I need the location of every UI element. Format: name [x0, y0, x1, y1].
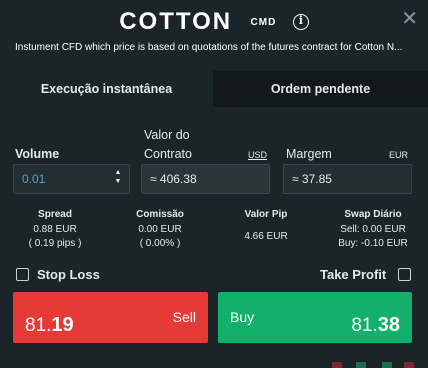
close-icon[interactable]: ✕: [401, 8, 418, 28]
margin-label: Margem: [286, 147, 332, 161]
sell-price-pips: 19: [51, 314, 74, 336]
instrument-description: Instument CFD which price is based on qu…: [15, 42, 403, 53]
swap-buy: Buy: -0.10 EUR: [338, 238, 408, 249]
background-candle: [356, 362, 366, 368]
stop-loss-checkbox[interactable]: [16, 268, 29, 281]
contract-value-field: ≈ 406.38: [141, 164, 270, 194]
background-candle: [404, 362, 414, 368]
swap-sell: Sell: 0.00 EUR: [340, 224, 406, 235]
background-candle: [332, 362, 342, 368]
info-icon[interactable]: i: [292, 14, 309, 30]
contract-value-label-line1: Valor do: [144, 128, 190, 142]
stepper-up-icon[interactable]: ▲: [113, 168, 123, 177]
tab-pending-order[interactable]: Ordem pendente: [213, 71, 428, 107]
sell-label: Sell: [172, 309, 196, 325]
background-candle: [382, 362, 392, 368]
title-row: COTTON CMD i: [0, 8, 428, 42]
order-type-tabs: Execução instantânea Ordem pendente: [0, 71, 428, 107]
stepper-down-icon[interactable]: ▼: [113, 177, 123, 186]
swap-title: Swap Diário: [344, 209, 402, 220]
buy-button[interactable]: Buy 81.38: [218, 292, 412, 343]
sell-price: 81.19: [25, 314, 74, 337]
spread-title: Spread: [38, 209, 72, 220]
volume-label: Volume: [15, 147, 60, 161]
buy-price: 81.38: [351, 314, 400, 337]
buy-price-pips: 38: [377, 314, 400, 336]
commission-percent: ( 0.00% ): [139, 238, 181, 249]
volume-value: 0.01: [22, 172, 46, 186]
dialog-header: COTTON CMD i ✕ Instument CFD which price…: [0, 0, 428, 70]
margin-field: ≈ 37.85: [283, 164, 412, 194]
spread-pips: ( 0.19 pips ): [28, 238, 82, 249]
tab-instant-execution[interactable]: Execução instantânea: [0, 71, 213, 107]
pip-value-title: Valor Pip: [244, 209, 288, 220]
sell-price-prefix: 81.: [25, 315, 52, 336]
commission-title: Comissão: [136, 209, 184, 220]
spread-value: 0.88 EUR: [33, 224, 77, 235]
buy-price-prefix: 81.: [351, 315, 378, 336]
take-profit-checkbox[interactable]: [398, 268, 411, 281]
contract-currency-link[interactable]: USD: [248, 150, 267, 160]
symbol-type-badge: CMD: [250, 16, 277, 28]
instrument-title: COTTON: [119, 8, 233, 35]
margin-currency: EUR: [389, 150, 409, 160]
volume-stepper[interactable]: ▲ ▼: [113, 168, 123, 190]
volume-input[interactable]: 0.01 ▲ ▼: [13, 164, 130, 194]
commission-value: 0.00 EUR: [138, 224, 182, 235]
contract-value-label-line2: Contrato: [144, 147, 192, 161]
pip-value: 4.66 EUR: [244, 231, 288, 242]
buy-label: Buy: [230, 309, 255, 325]
stop-loss-label[interactable]: Stop Loss: [37, 267, 100, 282]
take-profit-label[interactable]: Take Profit: [320, 267, 386, 282]
sell-button[interactable]: 81.19 Sell: [13, 292, 208, 343]
